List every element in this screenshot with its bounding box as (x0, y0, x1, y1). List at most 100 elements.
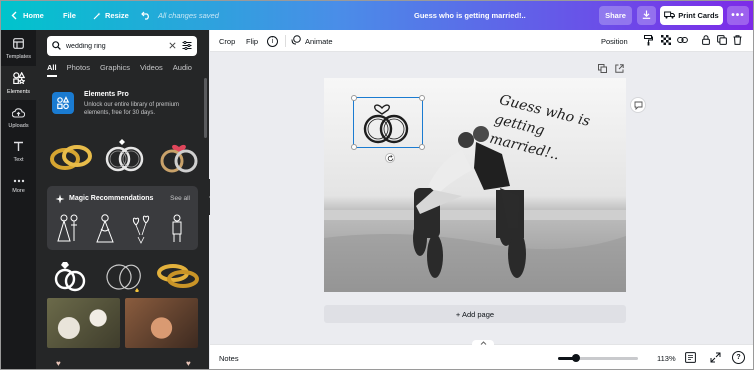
pull-up-handle[interactable] (472, 340, 494, 346)
link-button[interactable] (677, 30, 688, 52)
home-label: Home (23, 11, 44, 20)
rotate-handle[interactable] (385, 153, 395, 163)
promo-title: Elements Pro (84, 91, 129, 98)
home-button[interactable]: Home (11, 1, 44, 30)
selected-rings-graphic (363, 104, 409, 144)
canva-editor-window: Home File Resize All changes saved Guess… (0, 0, 754, 370)
design-page[interactable]: Guess who is getting married!.. (324, 78, 626, 292)
add-page-button[interactable]: + Add page (324, 305, 626, 323)
info-icon: i (267, 35, 278, 47)
help-button[interactable]: ? (732, 351, 745, 364)
gold-bands-element[interactable] (155, 256, 203, 296)
rail-label: Text (13, 157, 24, 163)
diamond-rings-element[interactable] (47, 256, 95, 296)
duplicate-icon (717, 35, 727, 47)
print-cards-button[interactable]: Print Cards (660, 6, 723, 25)
expand-icon (710, 352, 721, 363)
paint-format-button[interactable] (644, 30, 653, 52)
tab-graphics[interactable]: Graphics (100, 63, 130, 77)
heart-element-partial[interactable]: ♥ (56, 359, 61, 368)
animate-button[interactable]: Animate (291, 30, 333, 52)
zoom-level[interactable]: 113% (657, 354, 676, 363)
share-button[interactable]: Share (599, 6, 632, 25)
search-bar[interactable] (47, 36, 197, 56)
groom-figure-element[interactable] (161, 209, 193, 245)
selection-box[interactable] (351, 95, 425, 163)
share-page-icon[interactable] (615, 64, 624, 75)
see-all-link[interactable]: See all (170, 195, 190, 202)
panel-scrollbar[interactable] (204, 78, 207, 138)
info-button[interactable]: i (267, 30, 278, 52)
heart-balloons-element[interactable] (125, 209, 157, 245)
clear-search-icon[interactable] (169, 41, 176, 51)
notes-button[interactable]: Notes (219, 354, 239, 363)
rail-item-text[interactable]: Text (1, 135, 36, 169)
resize-button[interactable]: Resize (93, 1, 129, 30)
undo-button[interactable] (141, 1, 151, 30)
search-input[interactable] (66, 42, 166, 50)
page-count-button[interactable] (685, 352, 696, 365)
magic-wand-icon (93, 12, 101, 20)
resize-handle[interactable] (351, 144, 357, 150)
rail-label: Templates (5, 54, 32, 60)
more-options-button[interactable]: ••• (727, 6, 749, 25)
text-icon (13, 141, 24, 154)
rail-item-uploads[interactable]: Uploads (1, 101, 36, 135)
rail-item-more[interactable]: More (1, 169, 36, 203)
page-actions (598, 64, 624, 75)
tab-audio[interactable]: Audio (173, 63, 192, 77)
lock-button[interactable] (702, 30, 710, 52)
editor-toolbar: Crop Flip i Animate Position (210, 30, 753, 52)
animate-label: Animate (305, 36, 333, 46)
flip-button[interactable]: Flip (246, 30, 258, 52)
zoom-slider-thumb[interactable] (571, 354, 580, 362)
truck-icon (664, 11, 676, 21)
download-button[interactable] (637, 6, 656, 25)
rail-label: More (12, 187, 25, 194)
magic-recommendations: Magic Recommendations See all (47, 186, 198, 250)
comment-icon (634, 101, 642, 110)
couple-figure-element[interactable] (53, 209, 85, 245)
filter-icon[interactable] (182, 40, 192, 52)
sketch-rings-element[interactable] (101, 256, 149, 296)
undo-icon (141, 11, 151, 20)
crop-button[interactable]: Crop (219, 30, 235, 52)
rings-on-flowers-photo[interactable] (47, 298, 120, 348)
elements-icon (12, 71, 26, 86)
tab-videos[interactable]: Videos (140, 63, 163, 77)
rail-item-templates[interactable]: Templates (1, 32, 36, 66)
heart-rings-element[interactable] (155, 136, 203, 176)
resize-handle[interactable] (419, 95, 425, 101)
tab-photos[interactable]: Photos (67, 63, 90, 77)
sparkle-icon (55, 194, 65, 206)
document-title[interactable]: Guess who is getting married!.. (414, 1, 526, 30)
comment-button[interactable] (630, 97, 646, 113)
delete-button[interactable] (733, 30, 742, 52)
elements-pro-promo[interactable]: Elements Pro Unlock our entire library o… (47, 88, 199, 128)
heart-element-partial[interactable]: ♥ (186, 359, 191, 368)
position-button[interactable]: Position (601, 30, 628, 52)
canvas-area: Guess who is getting married!.. + Add pa… (210, 52, 753, 344)
rail-label: Uploads (8, 122, 29, 129)
fullscreen-button[interactable] (710, 352, 721, 365)
bride-figure-element[interactable] (89, 209, 121, 245)
zoom-slider[interactable] (558, 354, 638, 362)
hands-with-rings-photo[interactable] (125, 298, 198, 348)
duplicate-button[interactable] (717, 30, 727, 52)
lock-icon (702, 35, 710, 47)
results-row (47, 256, 203, 296)
pages-icon (685, 352, 696, 363)
transparency-button[interactable] (661, 30, 671, 52)
gold-rings-element[interactable] (47, 136, 95, 176)
rail-label: Elements (7, 88, 30, 95)
magic-items (53, 209, 193, 245)
rail-item-elements[interactable]: Elements (1, 66, 36, 100)
duplicate-page-icon[interactable] (598, 64, 607, 75)
file-menu[interactable]: File (63, 1, 76, 30)
silver-rings-element[interactable] (101, 136, 149, 176)
promo-description: Unlock our entire library of premium ele… (84, 102, 180, 116)
tab-all[interactable]: All (47, 63, 57, 77)
resize-handle[interactable] (351, 95, 357, 101)
resize-handle[interactable] (419, 144, 425, 150)
left-rail: Templates Elements Uploads Text More (1, 30, 36, 369)
